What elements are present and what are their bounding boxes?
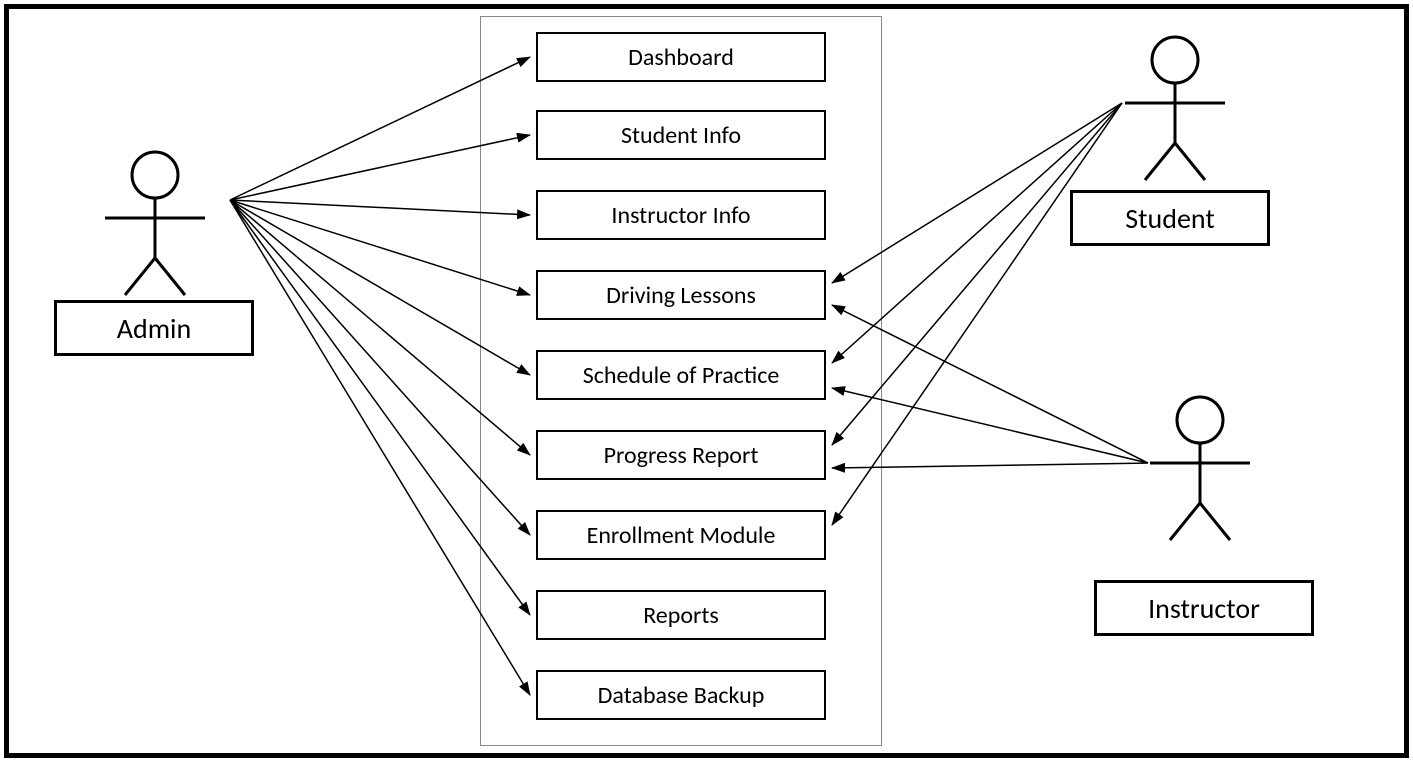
usecase-instructor-info-label: Instructor Info xyxy=(611,201,750,230)
actor-student-label-box: Student xyxy=(1070,190,1270,246)
usecase-driving-lessons: Driving Lessons xyxy=(536,270,826,320)
usecase-progress-report: Progress Report xyxy=(536,430,826,480)
usecase-enrollment-module-label: Enrollment Module xyxy=(587,521,776,550)
usecase-enrollment-module: Enrollment Module xyxy=(536,510,826,560)
usecase-database-backup-label: Database Backup xyxy=(598,681,765,710)
usecase-reports-label: Reports xyxy=(643,601,719,630)
actor-admin-label-box: Admin xyxy=(54,300,254,356)
actor-instructor-label: Instructor xyxy=(1148,591,1260,626)
usecase-instructor-info: Instructor Info xyxy=(536,190,826,240)
usecase-reports: Reports xyxy=(536,590,826,640)
usecase-dashboard: Dashboard xyxy=(536,32,826,82)
use-case-diagram: Dashboard Student Info Instructor Info D… xyxy=(0,0,1413,762)
usecase-driving-lessons-label: Driving Lessons xyxy=(606,281,756,310)
usecase-dashboard-label: Dashboard xyxy=(628,43,734,72)
usecase-student-info-label: Student Info xyxy=(621,121,741,150)
usecase-database-backup: Database Backup xyxy=(536,670,826,720)
actor-student-label: Student xyxy=(1125,201,1214,236)
actor-instructor-label-box: Instructor xyxy=(1094,580,1314,636)
actor-admin-label: Admin xyxy=(117,311,191,346)
usecase-student-info: Student Info xyxy=(536,110,826,160)
usecase-progress-report-label: Progress Report xyxy=(604,441,759,470)
usecase-schedule-of-practice-label: Schedule of Practice xyxy=(583,361,780,390)
usecase-schedule-of-practice: Schedule of Practice xyxy=(536,350,826,400)
